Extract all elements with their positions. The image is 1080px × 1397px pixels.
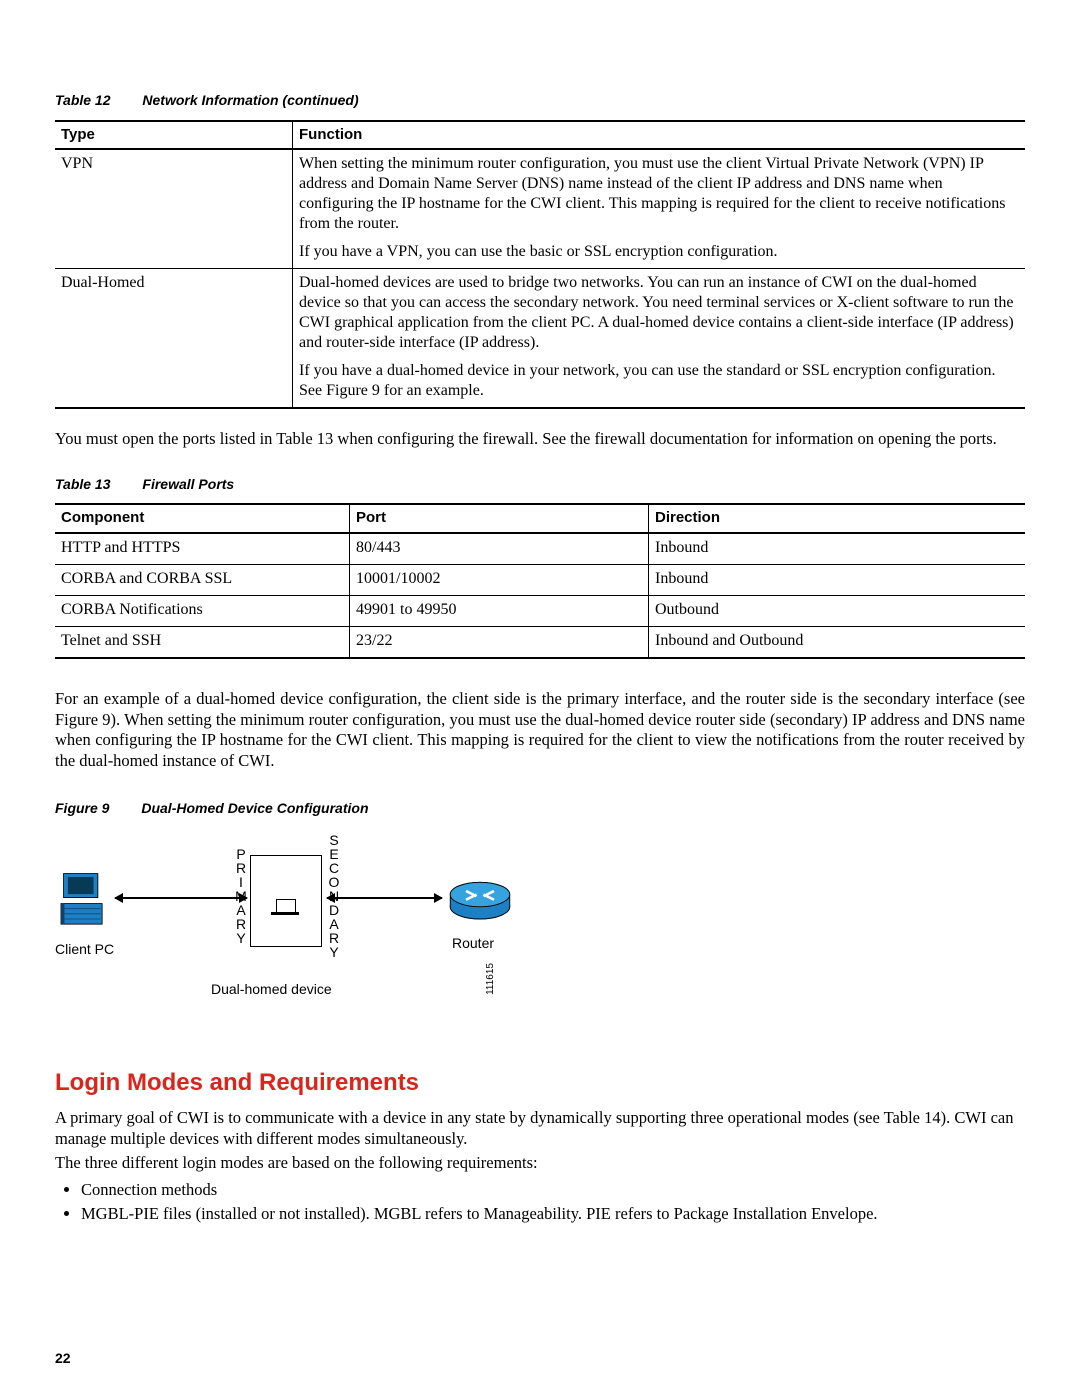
table12-caption-title: Network Information (continued) (142, 92, 358, 108)
cell-component: CORBA and CORBA SSL (55, 565, 350, 596)
client-pc-icon (59, 871, 111, 935)
table12-hdr-function: Function (293, 121, 1026, 150)
client-pc-label: Client PC (55, 941, 114, 959)
cell-function-p1: When setting the minimum router configur… (299, 154, 1019, 234)
figure9-caption: Figure 9 Dual-Homed Device Configuration (55, 800, 1025, 818)
para-after-table12: You must open the ports listed in Table … (55, 429, 1025, 450)
cell-port: 49901 to 49950 (350, 596, 649, 627)
cell-function-p1: Dual-homed devices are used to bridge tw… (299, 273, 1019, 353)
cell-port: 10001/10002 (350, 565, 649, 596)
cell-function: When setting the minimum router configur… (293, 149, 1026, 269)
cell-direction: Inbound (649, 565, 1026, 596)
table13-hdr-direction: Direction (649, 504, 1026, 533)
table12: Type Function VPN When setting the minim… (55, 120, 1025, 410)
table13: Component Port Direction HTTP and HTTPS … (55, 503, 1025, 659)
cell-component: CORBA Notifications (55, 596, 350, 627)
table12-caption: Table 12 Network Information (continued) (55, 92, 1025, 110)
section-p2: The three different login modes are base… (55, 1153, 1025, 1174)
cell-direction: Inbound and Outbound (649, 627, 1026, 659)
primary-vertical-label: PRIMARY (235, 847, 247, 945)
table-row: HTTP and HTTPS 80/443 Inbound (55, 533, 1025, 565)
table13-caption-title: Firewall Ports (142, 476, 234, 492)
list-item: MGBL-PIE files (installed or not install… (81, 1204, 1025, 1225)
cell-function-p2: If you have a dual-homed device in your … (299, 361, 1019, 401)
requirements-list: Connection methods MGBL-PIE files (insta… (63, 1180, 1025, 1224)
link-arrow-icon (327, 897, 442, 899)
cell-direction: Outbound (649, 596, 1026, 627)
figure9: Client PC PRIMARY SECONDARY Dual-homed d… (55, 833, 545, 1018)
table-row: Dual-Homed Dual-homed devices are used t… (55, 269, 1025, 409)
section-heading: Login Modes and Requirements (55, 1068, 1025, 1098)
cell-port: 23/22 (350, 627, 649, 659)
table13-hdr-port: Port (350, 504, 649, 533)
table-row: Telnet and SSH 23/22 Inbound and Outboun… (55, 627, 1025, 659)
dual-homed-device-icon (250, 855, 322, 947)
table-row: VPN When setting the minimum router conf… (55, 149, 1025, 269)
table-row: CORBA and CORBA SSL 10001/10002 Inbound (55, 565, 1025, 596)
cell-port: 80/443 (350, 533, 649, 565)
dual-homed-device-label: Dual-homed device (211, 981, 332, 999)
link-arrow-icon (115, 897, 247, 899)
cell-function-p2: If you have a VPN, you can use the basic… (299, 242, 1019, 262)
router-icon (445, 871, 515, 929)
cell-direction: Inbound (649, 533, 1026, 565)
section-p1: A primary goal of CWI is to communicate … (55, 1108, 1025, 1149)
figure9-caption-label: Figure 9 (55, 800, 109, 818)
table13-hdr-component: Component (55, 504, 350, 533)
page-number: 22 (55, 1350, 71, 1368)
para-after-table13: For an example of a dual-homed device co… (55, 689, 1025, 772)
figure9-id: 111615 (485, 963, 498, 995)
list-item: Connection methods (81, 1180, 1025, 1201)
figure9-caption-title: Dual-Homed Device Configuration (141, 800, 368, 816)
cell-type: VPN (55, 149, 293, 269)
table13-caption: Table 13 Firewall Ports (55, 476, 1025, 494)
table12-hdr-type: Type (55, 121, 293, 150)
cell-function: Dual-homed devices are used to bridge tw… (293, 269, 1026, 409)
table-row: CORBA Notifications 49901 to 49950 Outbo… (55, 596, 1025, 627)
cell-type: Dual-Homed (55, 269, 293, 409)
cell-component: HTTP and HTTPS (55, 533, 350, 565)
router-label: Router (452, 935, 494, 953)
table12-caption-label: Table 12 (55, 92, 111, 110)
cell-component: Telnet and SSH (55, 627, 350, 659)
table13-caption-label: Table 13 (55, 476, 111, 494)
